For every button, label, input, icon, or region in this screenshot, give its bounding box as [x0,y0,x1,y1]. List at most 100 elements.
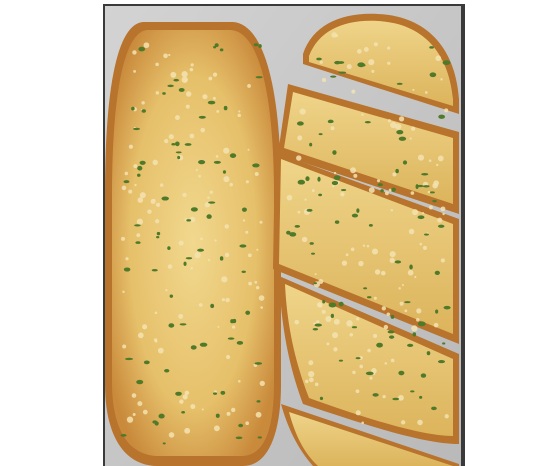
cheese-fleck [428,159,432,162]
cheese-fleck [128,144,134,149]
cheese-fleck [442,212,445,216]
cheese-fleck [168,53,171,57]
cheese-fleck [136,218,144,225]
cheese-fleck [304,198,307,201]
parsley-fleck [137,173,141,177]
cheese-fleck [170,71,177,78]
parsley-fleck [422,185,430,188]
cheese-fleck [254,280,258,284]
parsley-fleck [309,242,314,245]
parsley-fleck [175,151,182,154]
parsley-fleck [232,318,237,324]
parsley-fleck [372,393,379,397]
cheese-fleck [332,185,335,188]
cheese-fleck [190,63,194,67]
cheese-fleck [390,209,394,212]
cheese-fleck [184,427,191,434]
cheese-fleck [121,236,126,241]
parsley-fleck [185,257,193,260]
cheese-fleck [325,315,332,323]
cheese-fleck [321,77,327,83]
cheese-fleck [168,134,174,140]
cheese-fleck [308,371,315,378]
parsley-fleck [432,199,437,203]
parsley-fleck [338,71,347,74]
cheese-fleck [381,306,386,311]
cheese-fleck [132,412,136,417]
cheese-fleck [412,88,415,91]
cheese-fleck [355,410,361,416]
cheese-fleck [299,108,306,115]
parsley-fleck [255,76,263,79]
cheese-fleck [195,168,198,172]
cheese-fleck [392,172,397,177]
parsley-fleck [356,208,360,213]
cheese-fleck [440,206,446,212]
cheese-fleck [301,236,308,243]
cheese-fleck [189,67,194,72]
cheese-fleck [369,376,373,380]
parsley-fleck [164,368,170,373]
parsley-fleck [306,208,313,212]
cheese-fleck [224,252,230,258]
cheese-fleck [128,189,133,194]
cheese-fleck [168,432,175,438]
parsley-fleck [333,175,341,181]
parsley-fleck [330,313,335,319]
cheese-fleck [245,230,249,234]
parsley-fleck [162,92,166,95]
parsley-fleck [328,302,337,308]
cheese-fleck [351,89,356,94]
cheese-fleck [141,101,145,105]
cheese-fleck [410,191,415,195]
cheese-fleck [349,333,354,337]
parsley-fleck [338,359,344,362]
garlic-bread-photo [105,6,461,466]
parsley-fleck [368,224,373,227]
cheese-fleck [387,46,391,50]
cheese-fleck [159,183,164,187]
parsley-fleck [181,410,186,414]
cheese-fleck [394,123,402,130]
cheese-fleck [207,259,211,262]
cheese-fleck [383,324,389,330]
cheese-fleck [350,167,357,174]
cheese-fleck [213,425,220,432]
parsley-fleck [305,176,310,182]
cheese-fleck [185,104,190,109]
parsley-fleck [137,165,143,171]
parsley-fleck [158,413,165,419]
cheese-fleck [223,147,230,154]
cheese-fleck [221,276,228,283]
cheese-fleck [437,155,444,162]
cheese-fleck [231,407,236,413]
parsley-fleck [139,160,146,165]
parsley-fleck [318,193,323,197]
cheese-fleck [388,188,392,192]
parsley-fleck [197,248,204,252]
cheese-fleck [155,219,160,224]
parsley-fleck [208,201,216,204]
cheese-fleck [258,295,265,301]
parsley-fleck [198,160,206,165]
cheese-fleck [341,260,348,266]
parsley-fleck [178,88,185,92]
parsley-fleck [141,109,146,113]
parsley-fleck [357,62,365,68]
cheese-fleck [374,269,381,275]
cheese-fleck [435,55,442,62]
cheese-fleck [384,362,388,365]
parsley-fleck [161,196,169,201]
cheese-fleck [417,154,425,161]
cheese-fleck [366,244,370,248]
cheese-fleck [444,414,449,419]
cheese-fleck [373,42,378,47]
cheese-fleck [255,285,260,290]
parsley-fleck [179,323,187,326]
cheese-fleck [137,197,144,203]
cheese-fleck [333,347,338,352]
parsley-fleck [309,142,313,147]
cheese-fleck [367,348,371,353]
parsley-fleck [327,119,334,124]
parsley-fleck [229,153,237,158]
